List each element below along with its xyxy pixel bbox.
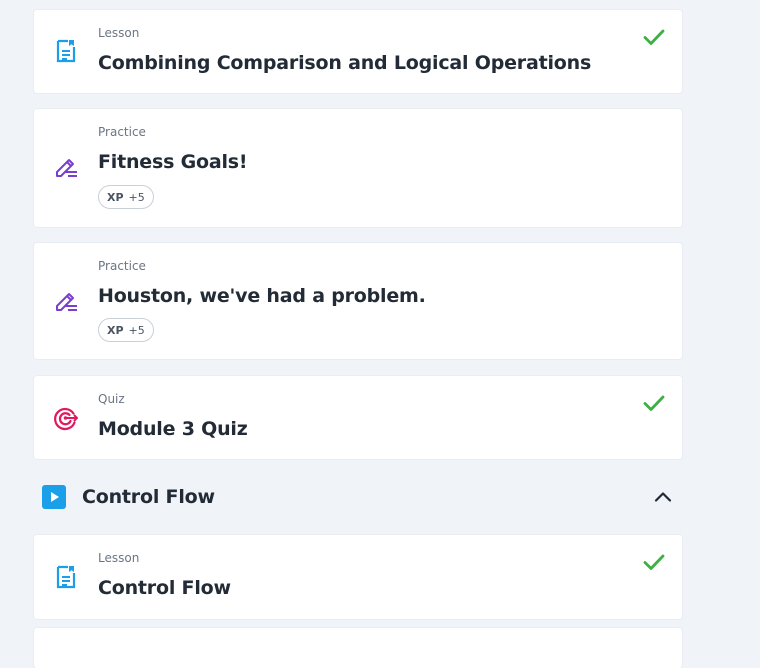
- play-triangle-icon: [51, 492, 59, 502]
- item-title[interactable]: Module 3 Quiz: [98, 417, 248, 441]
- quiz-card[interactable]: Quiz Module 3 Quiz: [34, 376, 682, 459]
- practice-pencil-icon: [56, 293, 77, 311]
- play-icon: [42, 485, 66, 509]
- item-kind-label: Lesson: [98, 26, 140, 40]
- section-header-control-flow[interactable]: Control Flow: [34, 476, 682, 518]
- xp-value: +5: [128, 190, 145, 204]
- practice-card[interactable]: Practice Houston, we've had a problem. X…: [34, 243, 682, 359]
- item-kind-label: Quiz: [98, 392, 125, 406]
- item-title[interactable]: Combining Comparison and Logical Operati…: [98, 51, 591, 75]
- lesson-doc-icon: [56, 565, 76, 589]
- item-kind-label: Practice: [98, 125, 146, 139]
- xp-badge: XP +5: [98, 185, 154, 209]
- item-kind-label: Practice: [98, 259, 146, 273]
- lesson-card[interactable]: Lesson Control Flow: [34, 535, 682, 619]
- xp-badge: XP +5: [98, 318, 154, 342]
- section-title: Control Flow: [82, 486, 215, 508]
- xp-value: +5: [128, 323, 145, 337]
- lesson-doc-icon: [56, 39, 76, 63]
- check-icon: [643, 29, 665, 45]
- lesson-card[interactable]: Lesson Combining Comparison and Logical …: [34, 10, 682, 93]
- check-icon: [643, 554, 665, 570]
- practice-card[interactable]: Practice Fitness Goals! XP +5: [34, 109, 682, 227]
- xp-label: XP: [107, 190, 124, 204]
- item-kind-label: Lesson: [98, 551, 140, 565]
- item-title[interactable]: Fitness Goals!: [98, 150, 248, 174]
- practice-pencil-icon: [56, 159, 77, 177]
- item-title[interactable]: Control Flow: [98, 576, 231, 600]
- quiz-target-icon: [54, 407, 78, 431]
- check-icon: [643, 395, 665, 411]
- item-title[interactable]: Houston, we've had a problem.: [98, 284, 426, 308]
- chevron-up-icon[interactable]: [652, 486, 674, 508]
- next-card[interactable]: [34, 628, 682, 668]
- xp-label: XP: [107, 323, 124, 337]
